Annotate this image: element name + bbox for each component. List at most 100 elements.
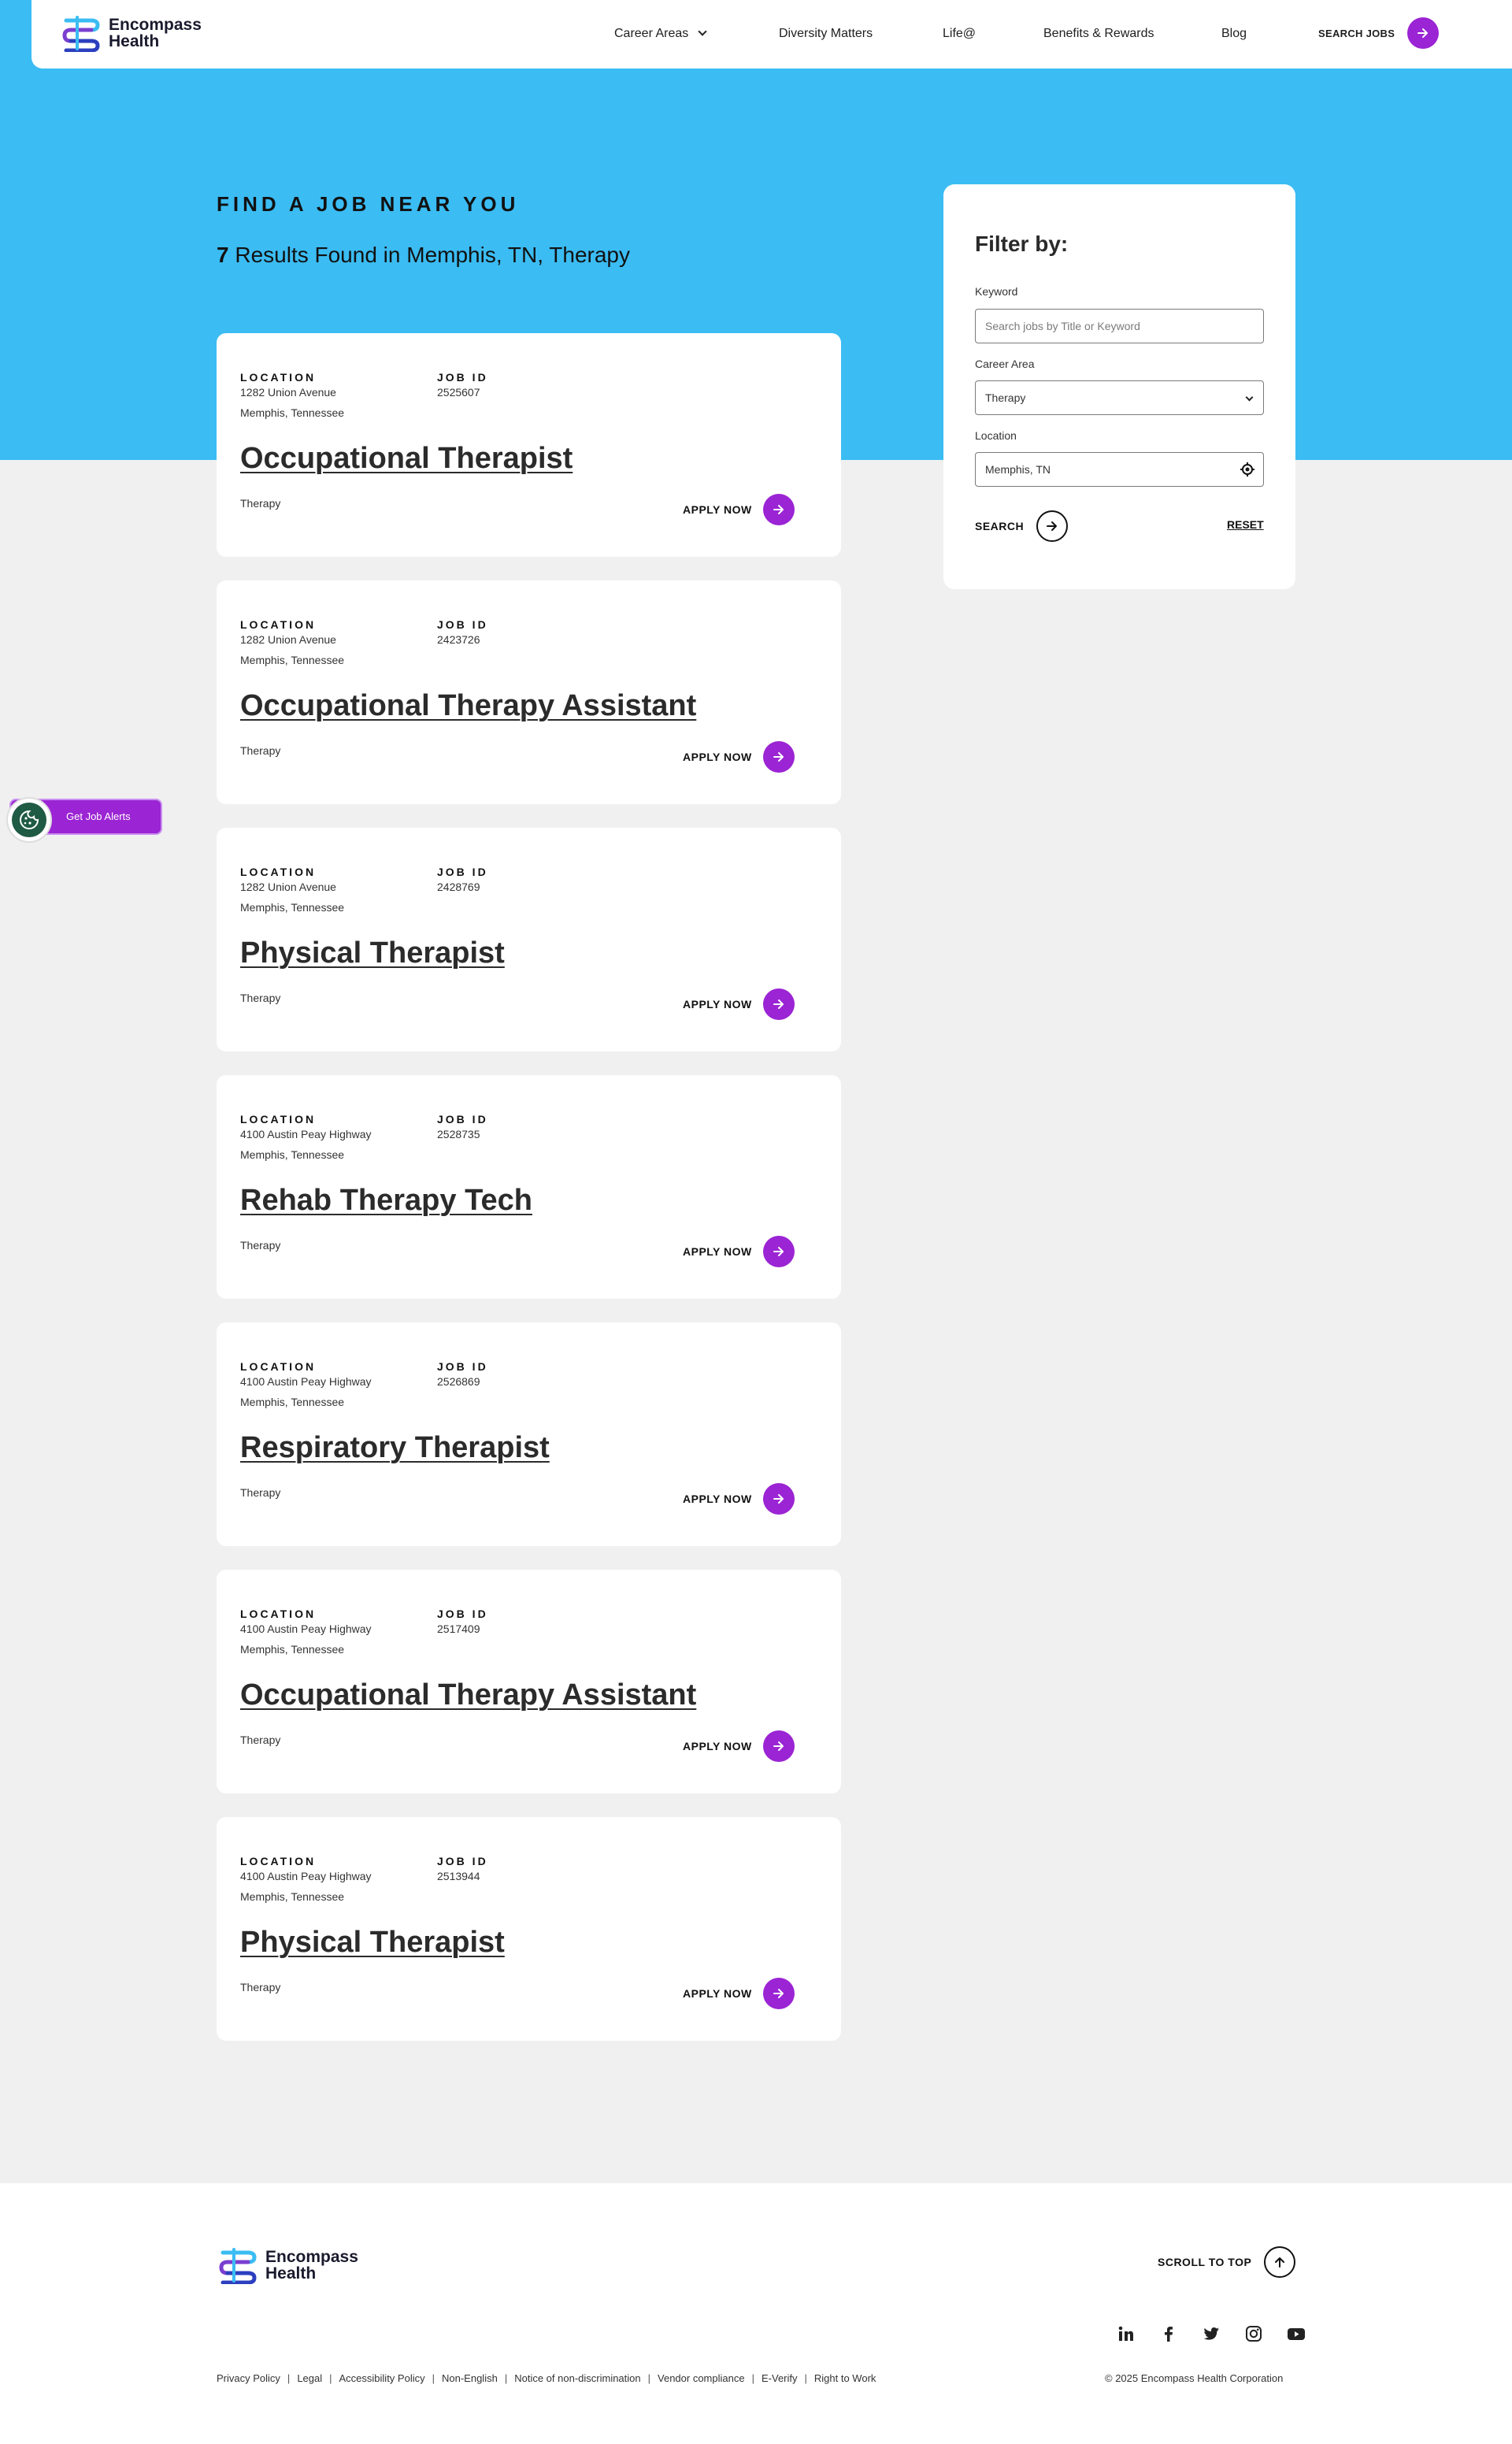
job-address-line-2: Memphis, Tennessee xyxy=(240,1643,345,1656)
job-category: Therapy xyxy=(240,1486,281,1499)
nav-benefits-rewards[interactable]: Benefits & Rewards xyxy=(1043,27,1154,41)
scroll-to-top-label: SCROLL TO TOP xyxy=(1158,2256,1252,2268)
job-address-line-1: 1282 Union Avenue xyxy=(240,633,336,646)
social-links xyxy=(1116,2323,1306,2344)
arrow-right-icon xyxy=(762,1978,795,2009)
job-address-line-1: 4100 Austin Peay Highway xyxy=(240,1375,372,1388)
job-title-link[interactable]: Physical Therapist xyxy=(240,1926,505,1960)
nav-life-at[interactable]: Life@ xyxy=(943,27,976,41)
job-address-line-2: Memphis, Tennessee xyxy=(240,654,345,666)
footer-link-non-discrimination[interactable]: Notice of non-discrimination xyxy=(514,2372,640,2384)
footer-separator: | xyxy=(329,2372,332,2384)
job-id-value: 2525607 xyxy=(437,386,480,399)
location-input[interactable]: Memphis, TN xyxy=(975,452,1264,487)
apply-now-label: APPLY NOW xyxy=(683,1245,752,1258)
apply-now-button[interactable]: APPLY NOW xyxy=(683,1236,795,1267)
job-id-value: 2423726 xyxy=(437,633,480,646)
footer-separator: | xyxy=(751,2372,754,2384)
apply-now-button[interactable]: APPLY NOW xyxy=(683,1483,795,1515)
job-address-line-2: Memphis, Tennessee xyxy=(240,1148,345,1161)
job-address-line-1: 1282 Union Avenue xyxy=(240,881,336,893)
results-count: 7 xyxy=(217,243,229,267)
footer-link-legal[interactable]: Legal xyxy=(297,2372,322,2384)
job-card: LOCATION JOB ID 4100 Austin Peay Highway… xyxy=(217,1322,841,1546)
facebook-icon[interactable] xyxy=(1158,2323,1179,2344)
keyword-input[interactable]: Search jobs by Title or Keyword xyxy=(975,309,1264,343)
job-title-link[interactable]: Occupational Therapist xyxy=(240,442,573,476)
job-title-link[interactable]: Rehab Therapy Tech xyxy=(240,1184,532,1218)
scroll-to-top-button[interactable]: SCROLL TO TOP xyxy=(1158,2246,1296,2278)
arrow-right-icon xyxy=(762,741,795,773)
search-jobs-button[interactable]: SEARCH JOBS xyxy=(1318,17,1440,49)
apply-now-button[interactable]: APPLY NOW xyxy=(683,741,795,773)
job-card: LOCATION JOB ID 4100 Austin Peay Highway… xyxy=(217,1075,841,1299)
linkedin-icon[interactable] xyxy=(1116,2323,1136,2344)
header-logo[interactable]: Encompass Health xyxy=(60,14,202,52)
footer-separator: | xyxy=(647,2372,651,2384)
chevron-down-icon xyxy=(698,27,707,36)
nav-blog[interactable]: Blog xyxy=(1221,27,1247,41)
apply-now-button[interactable]: APPLY NOW xyxy=(683,1730,795,1762)
apply-now-label: APPLY NOW xyxy=(683,1987,752,2000)
job-address: 4100 Austin Peay Highway Memphis, Tenness… xyxy=(240,1866,372,1907)
apply-now-button[interactable]: APPLY NOW xyxy=(683,988,795,1020)
cookie-icon xyxy=(12,803,46,837)
nav-diversity-matters[interactable]: Diversity Matters xyxy=(779,27,873,41)
job-address-line-1: 4100 Austin Peay Highway xyxy=(240,1870,372,1882)
apply-now-button[interactable]: APPLY NOW xyxy=(683,494,795,525)
locate-me-icon[interactable] xyxy=(1240,462,1255,477)
job-address-line-2: Memphis, Tennessee xyxy=(240,406,345,419)
filter-search-label: SEARCH xyxy=(975,520,1025,532)
job-category: Therapy xyxy=(240,1734,281,1746)
logo-line-2: Health xyxy=(265,2264,317,2283)
footer-link-non-english[interactable]: Non-English xyxy=(442,2372,498,2384)
job-title-link[interactable]: Respiratory Therapist xyxy=(240,1431,550,1465)
encompass-logo-icon xyxy=(219,2248,257,2284)
arrow-right-icon xyxy=(762,494,795,525)
copyright: © 2025 Encompass Health Corporation xyxy=(1105,2372,1284,2384)
filter-search-button[interactable]: SEARCH xyxy=(975,510,1069,542)
job-address: 1282 Union Avenue Memphis, Tennessee xyxy=(240,382,344,423)
footer-link-privacy-policy[interactable]: Privacy Policy xyxy=(217,2372,280,2384)
job-address: 4100 Austin Peay Highway Memphis, Tenness… xyxy=(240,1619,372,1660)
footer-link-e-verify[interactable]: E-Verify xyxy=(762,2372,798,2384)
job-card: LOCATION JOB ID 4100 Austin Peay Highway… xyxy=(217,1570,841,1793)
chevron-down-icon xyxy=(1245,393,1254,402)
job-address-line-2: Memphis, Tennessee xyxy=(240,901,345,914)
keyword-placeholder: Search jobs by Title or Keyword xyxy=(985,320,1140,332)
job-card: LOCATION JOB ID 1282 Union Avenue Memphis… xyxy=(217,828,841,1051)
footer-logo[interactable]: Encompass Health xyxy=(217,2246,358,2284)
youtube-icon[interactable] xyxy=(1286,2323,1306,2344)
site-header: Encompass Health Career Areas Diversity … xyxy=(32,0,1512,69)
footer-separator: | xyxy=(287,2372,291,2384)
logo-line-1: Encompass xyxy=(109,16,202,34)
job-id-value: 2513944 xyxy=(437,1870,480,1882)
filter-reset-link[interactable]: RESET xyxy=(1227,518,1264,531)
job-address-line-1: 1282 Union Avenue xyxy=(240,386,336,399)
keyword-label: Keyword xyxy=(975,285,1018,298)
arrow-right-icon xyxy=(762,1483,795,1515)
job-title-link[interactable]: Physical Therapist xyxy=(240,936,505,970)
twitter-icon[interactable] xyxy=(1201,2323,1221,2344)
job-id-value: 2428769 xyxy=(437,881,480,893)
footer-link-accessibility[interactable]: Accessibility Policy xyxy=(339,2372,425,2384)
job-title-link[interactable]: Occupational Therapy Assistant xyxy=(240,689,696,723)
job-alerts-label: Get Job Alerts xyxy=(66,810,131,822)
footer-link-vendor-compliance[interactable]: Vendor compliance xyxy=(658,2372,745,2384)
nav-career-areas[interactable]: Career Areas xyxy=(614,27,707,41)
job-category: Therapy xyxy=(240,992,281,1004)
job-id-value: 2517409 xyxy=(437,1623,480,1635)
cookie-settings-button[interactable] xyxy=(6,797,52,843)
job-address: 1282 Union Avenue Memphis, Tennessee xyxy=(240,629,344,670)
footer-link-right-to-work[interactable]: Right to Work xyxy=(814,2372,876,2384)
job-address: 4100 Austin Peay Highway Memphis, Tenness… xyxy=(240,1124,372,1165)
arrow-right-icon xyxy=(762,1730,795,1762)
nav-career-areas-label: Career Areas xyxy=(614,27,689,40)
instagram-icon[interactable] xyxy=(1243,2323,1264,2344)
job-title-link[interactable]: Occupational Therapy Assistant xyxy=(240,1678,696,1712)
apply-now-label: APPLY NOW xyxy=(683,1493,752,1505)
site-footer: Encompass Health SCROLL TO TOP Privacy P… xyxy=(0,2183,1512,2444)
career-area-select[interactable]: Therapy xyxy=(975,380,1264,415)
job-category: Therapy xyxy=(240,1239,281,1252)
apply-now-button[interactable]: APPLY NOW xyxy=(683,1978,795,2009)
